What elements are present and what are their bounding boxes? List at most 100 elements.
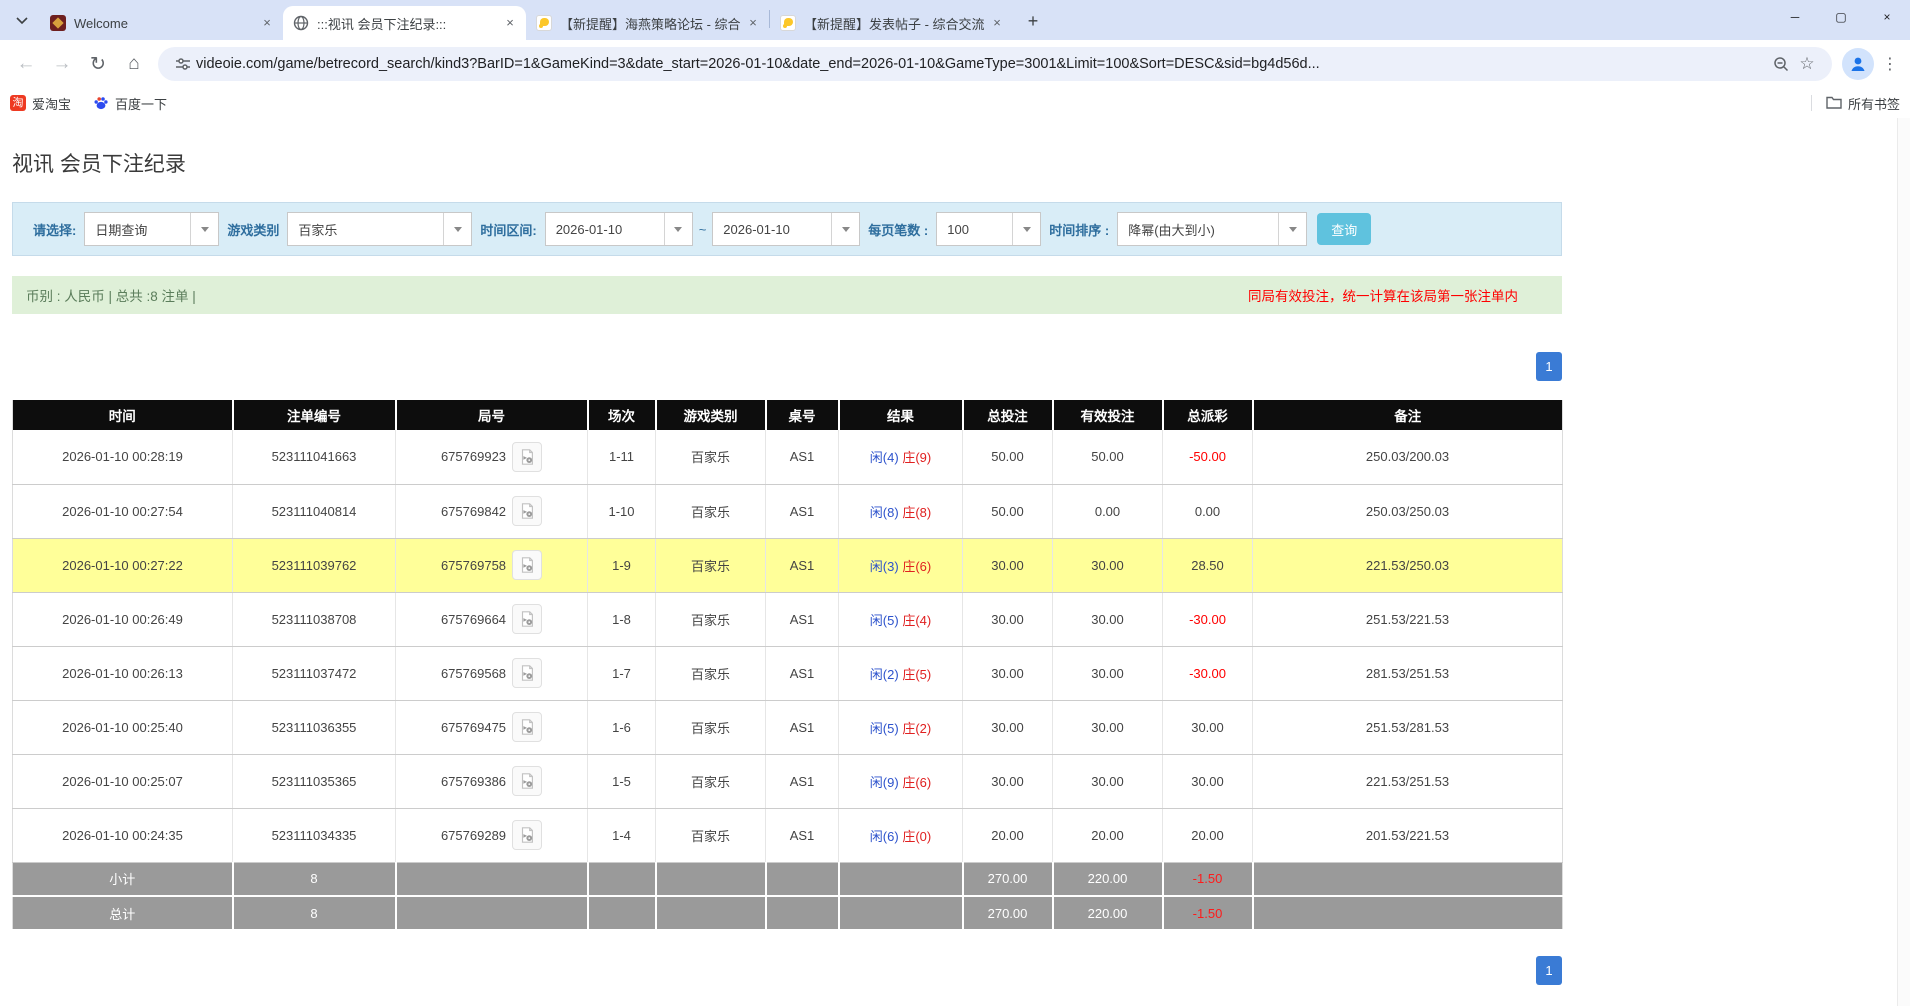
col-bet-id: 注单编号 xyxy=(233,400,396,430)
tab-search-button[interactable] xyxy=(8,7,36,35)
tab-bet-records[interactable]: :::视讯 会员下注纪录::: × xyxy=(283,6,526,40)
cell-session: 1-11 xyxy=(588,430,656,484)
minimize-button[interactable]: ─ xyxy=(1772,0,1818,34)
cell-game: 百家乐 xyxy=(656,592,766,646)
video-replay-button[interactable] xyxy=(512,820,542,850)
result-player: 闲(2) xyxy=(870,667,899,682)
film-icon xyxy=(518,826,536,844)
close-tab-icon[interactable]: × xyxy=(989,15,1005,31)
cell-round: 675769386 xyxy=(396,754,588,808)
url-text[interactable]: videoie.com/game/betrecord_search/kind3?… xyxy=(196,56,1768,72)
subtotal-count: 8 xyxy=(233,862,396,896)
cell-table: AS1 xyxy=(766,484,839,538)
bookmark-star-icon[interactable]: ☆ xyxy=(1794,51,1820,77)
sort-select[interactable]: 降幂(由大到小) xyxy=(1117,212,1307,246)
cell-time: 2026-01-10 00:25:07 xyxy=(13,754,233,808)
result-player: 闲(6) xyxy=(870,829,899,844)
bookmark-baidu[interactable]: 百度一下 xyxy=(93,94,167,113)
result-banker: 庄(5) xyxy=(902,667,931,682)
cell-valid-bet: 30.00 xyxy=(1053,646,1163,700)
cell-total-bet: 30.00 xyxy=(963,754,1053,808)
col-remark: 备注 xyxy=(1253,400,1563,430)
address-bar[interactable]: videoie.com/game/betrecord_search/kind3?… xyxy=(158,47,1832,81)
cell-time: 2026-01-10 00:24:35 xyxy=(13,808,233,862)
game-type-select[interactable]: 百家乐 xyxy=(287,212,472,246)
close-tab-icon[interactable]: × xyxy=(745,15,761,31)
cell-remark: 201.53/221.53 xyxy=(1253,808,1563,862)
video-replay-button[interactable] xyxy=(512,550,542,580)
reload-button[interactable]: ↻ xyxy=(81,47,115,81)
tab-forum[interactable]: 【新提醒】海燕策略论坛 - 综合 × xyxy=(526,6,769,40)
forward-button[interactable]: → xyxy=(45,47,79,81)
video-replay-button[interactable] xyxy=(512,658,542,688)
col-payout: 总派彩 xyxy=(1163,400,1253,430)
video-replay-button[interactable] xyxy=(512,712,542,742)
cell-round: 675769568 xyxy=(396,646,588,700)
back-button[interactable]: ← xyxy=(9,47,43,81)
result-banker: 庄(8) xyxy=(902,505,931,520)
tab-title: Welcome xyxy=(74,16,259,31)
cell-payout: 20.00 xyxy=(1163,808,1253,862)
chevron-down-icon xyxy=(664,213,692,245)
cell-valid-bet: 30.00 xyxy=(1053,754,1163,808)
table-row: 2026-01-10 00:27:54 523111040814 6757698… xyxy=(13,484,1563,538)
bookmark-label: 百度一下 xyxy=(115,94,167,113)
filter-panel: 请选择: 日期查询 游戏类别 百家乐 时间区间: 2026-01-10 ~ xyxy=(12,202,1562,256)
query-type-select[interactable]: 日期查询 xyxy=(84,212,219,246)
cell-session: 1-7 xyxy=(588,646,656,700)
bookmarks-right: 所有书签 xyxy=(1811,94,1900,113)
table-row: 2026-01-10 00:25:40 523111036355 6757694… xyxy=(13,700,1563,754)
close-tab-icon[interactable]: × xyxy=(502,15,518,31)
tab-title: 【新提醒】发表帖子 - 综合交流 xyxy=(804,14,989,33)
pagination-page-1-bottom[interactable]: 1 xyxy=(1536,956,1562,985)
video-replay-button[interactable] xyxy=(512,496,542,526)
bookmark-aitaobao[interactable]: 淘 爱淘宝 xyxy=(10,94,71,113)
cell-table: AS1 xyxy=(766,430,839,484)
tab-welcome[interactable]: Welcome × xyxy=(40,6,283,40)
bet-records-table: 时间 注单编号 局号 场次 游戏类别 桌号 结果 总投注 有效投注 总派彩 备注… xyxy=(12,400,1563,931)
cell-session: 1-4 xyxy=(588,808,656,862)
new-tab-button[interactable]: + xyxy=(1019,7,1047,35)
subtotal-label: 小计 xyxy=(13,862,233,896)
all-bookmarks-label[interactable]: 所有书签 xyxy=(1848,94,1900,113)
home-button[interactable]: ⌂ xyxy=(117,47,151,81)
cell-session: 1-5 xyxy=(588,754,656,808)
browser-menu-button[interactable]: ⋮ xyxy=(1878,48,1902,80)
cell-table: AS1 xyxy=(766,754,839,808)
cell-table: AS1 xyxy=(766,700,839,754)
taobao-icon: 淘 xyxy=(10,95,26,111)
site-settings-icon[interactable] xyxy=(170,51,196,77)
video-replay-button[interactable] xyxy=(512,442,542,472)
chevron-down-icon xyxy=(16,17,28,25)
tab-post[interactable]: 【新提醒】发表帖子 - 综合交流 × xyxy=(770,6,1013,40)
video-replay-button[interactable] xyxy=(512,766,542,796)
table-row: 2026-01-10 00:25:07 523111035365 6757693… xyxy=(13,754,1563,808)
cell-result: 闲(3) 庄(6) xyxy=(839,538,963,592)
date-end-select[interactable]: 2026-01-10 xyxy=(712,212,860,246)
video-replay-button[interactable] xyxy=(512,604,542,634)
cell-payout: 30.00 xyxy=(1163,754,1253,808)
zoom-out-icon[interactable] xyxy=(1768,51,1794,77)
result-player: 闲(8) xyxy=(870,505,899,520)
date-start-select[interactable]: 2026-01-10 xyxy=(545,212,693,246)
cell-remark: 250.03/200.03 xyxy=(1253,430,1563,484)
cell-table: AS1 xyxy=(766,646,839,700)
per-page-select[interactable]: 100 xyxy=(936,212,1041,246)
profile-avatar[interactable] xyxy=(1842,48,1874,80)
maximize-button[interactable]: ▢ xyxy=(1818,0,1864,34)
game-type-label: 游戏类别 xyxy=(227,220,279,239)
col-total-bet: 总投注 xyxy=(963,400,1053,430)
close-window-button[interactable]: × xyxy=(1864,0,1910,34)
globe-favicon-icon xyxy=(293,15,309,31)
cell-payout: 30.00 xyxy=(1163,700,1253,754)
total-row: 总计 8 270.00 220.00 -1.50 xyxy=(13,896,1563,930)
pagination-page-1-top[interactable]: 1 xyxy=(1536,352,1562,381)
search-button[interactable]: 查询 xyxy=(1317,213,1371,245)
result-player: 闲(9) xyxy=(870,775,899,790)
close-tab-icon[interactable]: × xyxy=(259,15,275,31)
scrollbar[interactable] xyxy=(1897,118,1910,1006)
notice-text: 同局有效投注，统一计算在该局第一张注单内 xyxy=(1248,285,1518,305)
cell-game: 百家乐 xyxy=(656,646,766,700)
col-session: 场次 xyxy=(588,400,656,430)
result-banker: 庄(9) xyxy=(902,450,931,465)
